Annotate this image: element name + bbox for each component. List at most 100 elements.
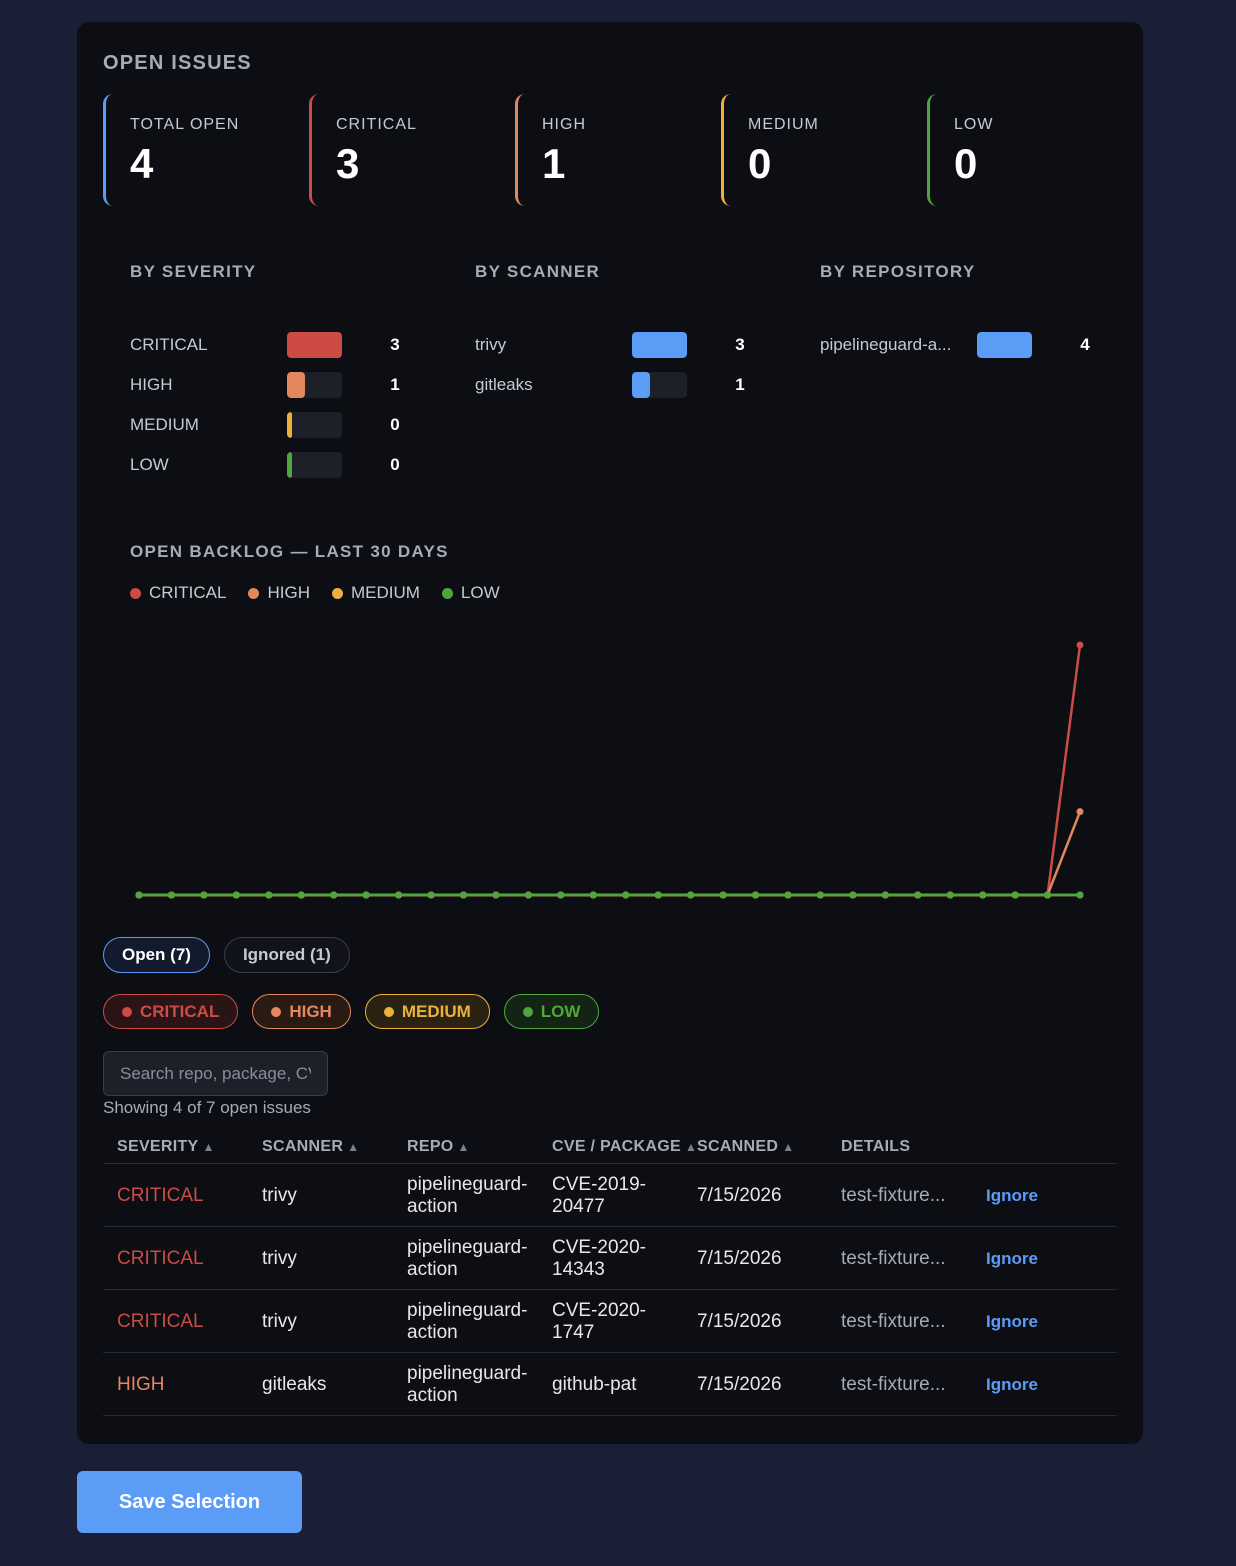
sort-arrow-icon: ▲ bbox=[202, 1140, 215, 1154]
data-point-low bbox=[459, 891, 467, 899]
data-point-low bbox=[589, 891, 597, 899]
stat-total-open: TOTAL OPEN 4 bbox=[103, 94, 283, 206]
cell-scanned-text: 7/15/2026 bbox=[697, 1373, 782, 1395]
cell-details-text: test-fixture... bbox=[841, 1310, 946, 1332]
cell-scanned-text: 7/15/2026 bbox=[697, 1247, 782, 1269]
breakdown-row: trivy 3 bbox=[475, 332, 775, 358]
table-row[interactable]: CRITICAL trivy pipelineguard-action CVE-202… bbox=[103, 1227, 1117, 1290]
cell-repo: pipelineguard-action bbox=[407, 1227, 542, 1290]
breakdown-label: trivy bbox=[475, 335, 507, 354]
column-header-repo[interactable]: REPO ▲ bbox=[407, 1138, 470, 1156]
breakdown-count: 1 bbox=[390, 375, 400, 394]
cell-repo: pipelineguard-action bbox=[407, 1290, 542, 1353]
cell-details: test-fixture... bbox=[841, 1290, 981, 1353]
stat-label: HIGH bbox=[542, 116, 586, 133]
table-row[interactable]: HIGH gitleaks pipelineguard-action github-p… bbox=[103, 1353, 1117, 1416]
card-title: OPEN ISSUES bbox=[103, 52, 252, 74]
data-point-low bbox=[232, 891, 240, 899]
data-point-low bbox=[297, 891, 305, 899]
legend-label: MEDIUM bbox=[350, 583, 420, 602]
search-input[interactable] bbox=[103, 1051, 328, 1096]
table-row[interactable]: CRITICAL trivy pipelineguard-action CVE-201… bbox=[103, 1164, 1117, 1227]
ignore-button[interactable]: Ignore bbox=[986, 1185, 1038, 1207]
stat-label: TOTAL OPEN bbox=[130, 116, 240, 133]
breakdown-label: LOW bbox=[130, 455, 169, 474]
cell-action: Ignore bbox=[986, 1290, 1038, 1353]
table-body: CRITICAL trivy pipelineguard-action CVE-201… bbox=[103, 1164, 1117, 1416]
legend-item-low: LOW bbox=[441, 583, 500, 603]
legend-label: CRITICAL bbox=[149, 583, 227, 602]
dot-icon bbox=[271, 1006, 282, 1017]
stat-summary: TOTAL OPEN 4 CRITICAL 3 HIGH 1 MEDIUM 0 … bbox=[103, 94, 1133, 206]
breakdown-label: pipelineguard-a... bbox=[820, 335, 952, 354]
data-point-low bbox=[622, 891, 630, 899]
breakdown-bar-fill bbox=[632, 332, 687, 358]
breakdown-row: pipelineguard-a... 4 bbox=[820, 332, 1120, 358]
cell-severity: CRITICAL bbox=[117, 1290, 257, 1353]
column-header-label: REPO bbox=[407, 1138, 454, 1155]
dot-icon bbox=[122, 1006, 132, 1017]
legend-dot-icon bbox=[331, 587, 343, 599]
data-point-low bbox=[816, 891, 824, 899]
breakdown-by-severity: BY SEVERITY CRITICAL 3 HIGH 1 MEDIUM 0 LOW 0 bbox=[130, 262, 430, 478]
dot-icon bbox=[383, 1006, 394, 1017]
column-header-cve-package[interactable]: CVE / PACKAGE ▲ bbox=[552, 1138, 697, 1156]
ignore-button[interactable]: Ignore bbox=[986, 1248, 1038, 1270]
cell-details-text: test-fixture... bbox=[841, 1184, 946, 1206]
data-point-low bbox=[752, 891, 760, 899]
legend-item-high: HIGH bbox=[248, 583, 310, 603]
column-header-label: SCANNED bbox=[697, 1138, 779, 1155]
breakdowns: BY SEVERITY CRITICAL 3 HIGH 1 MEDIUM 0 LOW 0 BY… bbox=[130, 262, 1130, 478]
column-header-scanner[interactable]: SCANNER ▲ bbox=[262, 1138, 359, 1156]
legend-item-medium: MEDIUM bbox=[331, 583, 420, 603]
chart-legend: CRITICAL HIGH MEDIUM LOW bbox=[130, 583, 500, 603]
filter-chip-medium[interactable]: MEDIUM bbox=[364, 994, 490, 1029]
cell-severity: CRITICAL bbox=[117, 1164, 257, 1227]
data-point-low bbox=[687, 891, 695, 899]
filter-chip-low[interactable]: LOW bbox=[503, 994, 600, 1029]
breakdown-bar-fill bbox=[287, 452, 292, 478]
data-point-low bbox=[492, 891, 500, 899]
cell-repo: pipelineguard-action bbox=[407, 1164, 542, 1227]
stat-critical: CRITICAL 3 bbox=[309, 94, 489, 206]
stat-medium: MEDIUM 0 bbox=[721, 94, 901, 206]
ignore-button[interactable]: Ignore bbox=[986, 1374, 1038, 1396]
cell-scanned: 7/15/2026 bbox=[697, 1290, 837, 1353]
stat-low: LOW 0 bbox=[927, 94, 1107, 206]
tab-open[interactable]: Open (7) bbox=[103, 937, 210, 973]
column-header-scanned[interactable]: SCANNED ▲ bbox=[697, 1138, 794, 1156]
legend-dot-icon bbox=[441, 587, 453, 599]
ignore-button[interactable]: Ignore bbox=[986, 1311, 1038, 1333]
breakdown-label: gitleaks bbox=[475, 375, 533, 394]
breakdown-label: MEDIUM bbox=[130, 415, 199, 434]
breakdown-bar-track bbox=[287, 452, 342, 478]
open-issues-card: OPEN ISSUES TOTAL OPEN 4 CRITICAL 3 HIGH… bbox=[77, 22, 1143, 1444]
column-header-severity[interactable]: SEVERITY ▲ bbox=[117, 1138, 215, 1156]
showing-count: Showing 4 of 7 open issues bbox=[103, 1098, 311, 1117]
breakdown-label: HIGH bbox=[130, 375, 173, 394]
breakdown-count: 0 bbox=[390, 415, 400, 434]
cell-severity: CRITICAL bbox=[117, 1227, 257, 1290]
chip-label: MEDIUM bbox=[401, 1001, 471, 1021]
breakdown-bar-fill bbox=[977, 332, 1032, 358]
data-point-low bbox=[654, 891, 662, 899]
data-point-low bbox=[524, 891, 532, 899]
cell-repo-text: pipelineguard-action bbox=[407, 1236, 528, 1280]
sort-arrow-icon: ▲ bbox=[782, 1140, 795, 1154]
filter-chip-critical[interactable]: CRITICAL bbox=[103, 994, 239, 1029]
legend-item-critical: CRITICAL bbox=[130, 583, 226, 603]
filter-chip-high[interactable]: HIGH bbox=[252, 994, 351, 1029]
save-selection-button[interactable]: Save Selection bbox=[77, 1471, 302, 1533]
cell-cve: CVE-2019-20477 bbox=[552, 1164, 682, 1227]
table-row[interactable]: CRITICAL trivy pipelineguard-action CVE-202… bbox=[103, 1290, 1117, 1353]
breakdown-by-scanner: BY SCANNER trivy 3 gitleaks 1 bbox=[475, 262, 775, 398]
tab-ignored[interactable]: Ignored (1) bbox=[223, 937, 350, 973]
cell-severity-text: CRITICAL bbox=[117, 1247, 204, 1269]
breakdown-bar-track bbox=[287, 412, 342, 438]
column-header-details: DETAILS bbox=[841, 1138, 910, 1156]
cell-details: test-fixture... bbox=[841, 1353, 981, 1416]
cell-cve-text: CVE-2019-20477 bbox=[552, 1173, 646, 1217]
cell-cve-text: CVE-2020-14343 bbox=[552, 1236, 646, 1280]
data-point-low bbox=[914, 891, 922, 899]
breakdown-bar-track bbox=[287, 372, 342, 398]
